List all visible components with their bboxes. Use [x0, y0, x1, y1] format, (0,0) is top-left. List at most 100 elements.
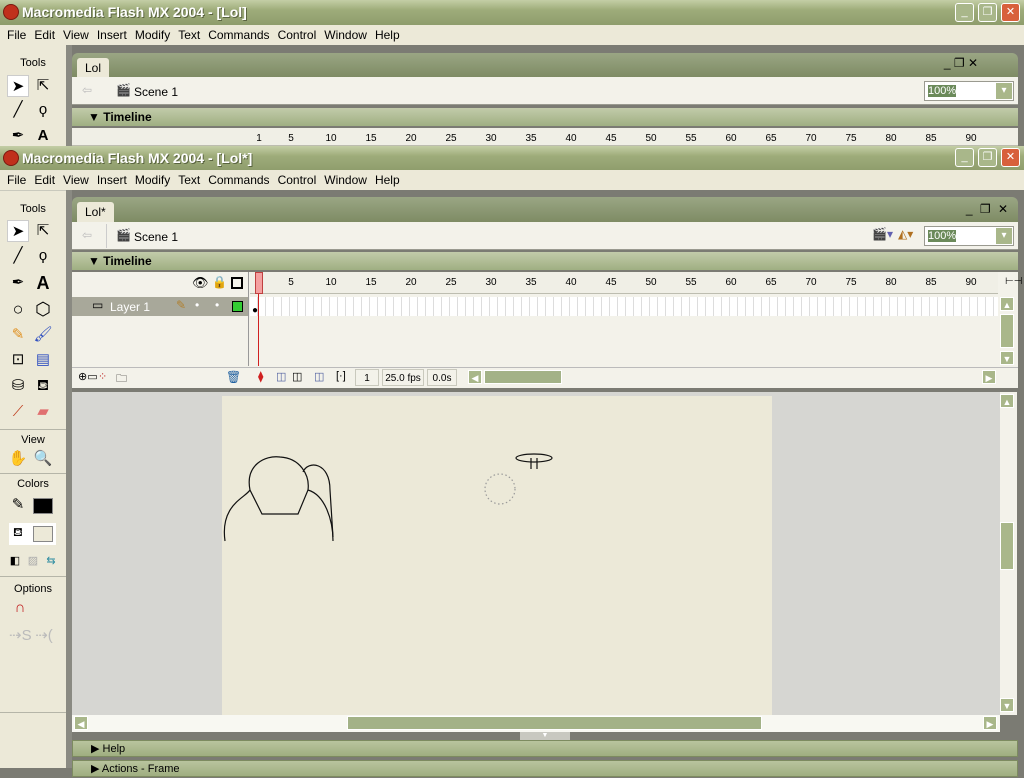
scroll-left-icon[interactable]: ◀ — [468, 370, 482, 384]
doc-tab[interactable]: Lol* — [77, 202, 114, 222]
menu-view[interactable]: View — [59, 170, 93, 190]
pencil-tool-icon[interactable]: ✎ — [7, 324, 29, 346]
back-arrow-icon[interactable]: ⇦ — [82, 83, 92, 97]
edit-multiple-frames-icon[interactable]: ◫ — [314, 370, 324, 383]
scene-label[interactable]: Scene 1 — [134, 85, 178, 99]
lock-dot[interactable]: • — [215, 298, 219, 312]
menu-control[interactable]: Control — [274, 25, 321, 45]
fill-transform-tool-icon[interactable]: ▤ — [32, 349, 54, 371]
scene-label[interactable]: Scene 1 — [134, 230, 178, 244]
subselect-tool-icon[interactable]: ⇱ — [32, 220, 54, 242]
menu-commands[interactable]: Commands — [204, 25, 273, 45]
scroll-up-icon[interactable]: ▲ — [1000, 297, 1014, 311]
menu-window[interactable]: Window — [320, 25, 371, 45]
actions-panel-header[interactable]: ▶ Actions - Frame — [72, 760, 1018, 777]
insert-folder-icon[interactable]: 🗀 — [116, 370, 127, 389]
menu-edit[interactable]: Edit — [30, 25, 59, 45]
center-frame-icon[interactable]: ⊢⊣ — [1005, 276, 1022, 287]
back-timeline-header[interactable]: ▼ Timeline — [72, 108, 1018, 126]
modify-onion-markers-icon[interactable]: [·] — [336, 370, 346, 382]
straighten-icon[interactable]: ⇢( — [33, 625, 55, 647]
menu-file[interactable]: File — [3, 170, 30, 190]
layer-row[interactable]: ▭ Layer 1 ✎ • • — [72, 297, 248, 316]
text-tool-icon[interactable]: A — [32, 125, 54, 147]
eyedropper-tool-icon[interactable]: ⟋ — [7, 401, 29, 423]
fill-color-swatch[interactable] — [33, 526, 53, 542]
hand-tool-icon[interactable]: ✋ — [7, 448, 29, 470]
frames-row[interactable] — [250, 297, 998, 316]
ink-bottle-tool-icon[interactable]: ⛁ — [7, 375, 29, 397]
menu-file[interactable]: File — [3, 25, 30, 45]
menu-help[interactable]: Help — [371, 170, 404, 190]
scroll-thumb[interactable] — [347, 716, 762, 730]
oval-tool-icon[interactable]: ○ — [7, 298, 29, 320]
paint-bucket-tool-icon[interactable]: ⛾ — [32, 375, 54, 397]
menu-edit[interactable]: Edit — [30, 170, 59, 190]
layer-outline-color[interactable] — [232, 301, 243, 312]
onion-skin-icon[interactable]: ◫ — [276, 370, 286, 383]
menu-insert[interactable]: Insert — [93, 170, 131, 190]
subselect-tool-icon[interactable]: ⇱ — [32, 75, 54, 97]
doc-window-controls[interactable]: _ ❐ ✕ — [966, 202, 1008, 216]
timeline-vscroll[interactable]: ▲ ▼ — [1000, 297, 1016, 367]
back-close-button[interactable]: ✕ — [1001, 3, 1020, 22]
back-arrow-icon[interactable]: ⇦ — [82, 228, 92, 242]
line-tool-icon[interactable]: ╱ — [7, 99, 29, 121]
onion-skin-outlines-icon[interactable]: ◫ — [292, 370, 302, 383]
playhead[interactable] — [255, 272, 263, 294]
lasso-tool-icon[interactable]: ϙ — [32, 99, 54, 121]
menu-modify[interactable]: Modify — [131, 25, 174, 45]
back-minimize-button[interactable]: _ — [955, 3, 974, 22]
drawing[interactable] — [222, 396, 772, 715]
timeline-hscroll-thumb[interactable] — [484, 370, 562, 384]
lock-icon[interactable]: 🔒 — [212, 275, 227, 289]
layer-name[interactable]: Layer 1 — [110, 300, 150, 314]
edit-scene-icon[interactable]: 🎬▾ — [872, 227, 893, 241]
restore-button[interactable]: ❐ — [978, 148, 997, 167]
swap-colors-icon[interactable]: ⇆ — [40, 550, 62, 572]
scroll-down-icon[interactable]: ▼ — [1000, 351, 1014, 365]
menu-help[interactable]: Help — [371, 25, 404, 45]
center-frame-button[interactable]: ⧫ — [258, 370, 263, 383]
brush-tool-icon[interactable]: 🖌 — [32, 324, 54, 346]
scroll-left-icon[interactable]: ◀ — [74, 716, 88, 730]
zoom-tool-icon[interactable]: 🔍 — [32, 448, 54, 470]
frame-ruler[interactable]: 151015202530354045505560657075808590 — [250, 272, 998, 294]
stage-hscroll[interactable]: ◀ ▶ — [72, 715, 1000, 732]
snap-magnet-icon[interactable]: ∩ — [9, 597, 31, 619]
free-transform-tool-icon[interactable]: ⊡ — [7, 349, 29, 371]
delete-layer-icon[interactable]: 🗑 — [226, 370, 241, 384]
stroke-color-swatch[interactable] — [33, 498, 53, 514]
back-doc-tab[interactable]: Lol — [77, 58, 110, 78]
chevron-down-icon[interactable]: ▾ — [996, 228, 1012, 244]
smooth-icon[interactable]: ⇢S — [9, 625, 32, 647]
arrow-tool-icon[interactable]: ➤ — [7, 220, 29, 242]
scroll-up-icon[interactable]: ▲ — [1000, 394, 1014, 408]
eye-icon[interactable]: 👁 — [192, 275, 209, 291]
back-doc-controls[interactable]: _ ❐ ✕ — [944, 56, 978, 70]
scroll-right-icon[interactable]: ▶ — [982, 370, 996, 384]
pen-tool-icon[interactable]: ✒ — [7, 125, 29, 147]
menu-modify[interactable]: Modify — [131, 170, 174, 190]
scroll-thumb[interactable] — [1000, 314, 1014, 348]
minimize-button[interactable]: _ — [955, 148, 974, 167]
insert-layer-icon[interactable]: ⊕▭ — [78, 370, 98, 383]
scroll-down-icon[interactable]: ▼ — [1000, 698, 1014, 712]
text-tool-icon[interactable]: A — [32, 272, 54, 294]
collapse-panels-button[interactable]: ▼ — [520, 732, 570, 740]
menu-insert[interactable]: Insert — [93, 25, 131, 45]
timeline-header[interactable]: ▼ Timeline — [72, 252, 1018, 270]
stage-vscroll[interactable]: ▲ ▼ — [1000, 392, 1017, 715]
visible-dot[interactable]: • — [195, 298, 199, 312]
chevron-down-icon[interactable]: ▾ — [996, 83, 1012, 99]
back-restore-button[interactable]: ❐ — [978, 3, 997, 22]
scroll-thumb[interactable] — [1000, 522, 1014, 570]
edit-symbols-icon[interactable]: ◭▾ — [898, 227, 913, 241]
menu-view[interactable]: View — [59, 25, 93, 45]
stage[interactable] — [222, 396, 772, 715]
menu-commands[interactable]: Commands — [204, 170, 273, 190]
menu-text[interactable]: Text — [174, 170, 204, 190]
add-motion-guide-icon[interactable]: ⁘ — [98, 370, 107, 383]
help-panel-header[interactable]: ▶ Help — [72, 740, 1018, 757]
polygon-tool-icon[interactable]: ⬡ — [32, 298, 54, 320]
